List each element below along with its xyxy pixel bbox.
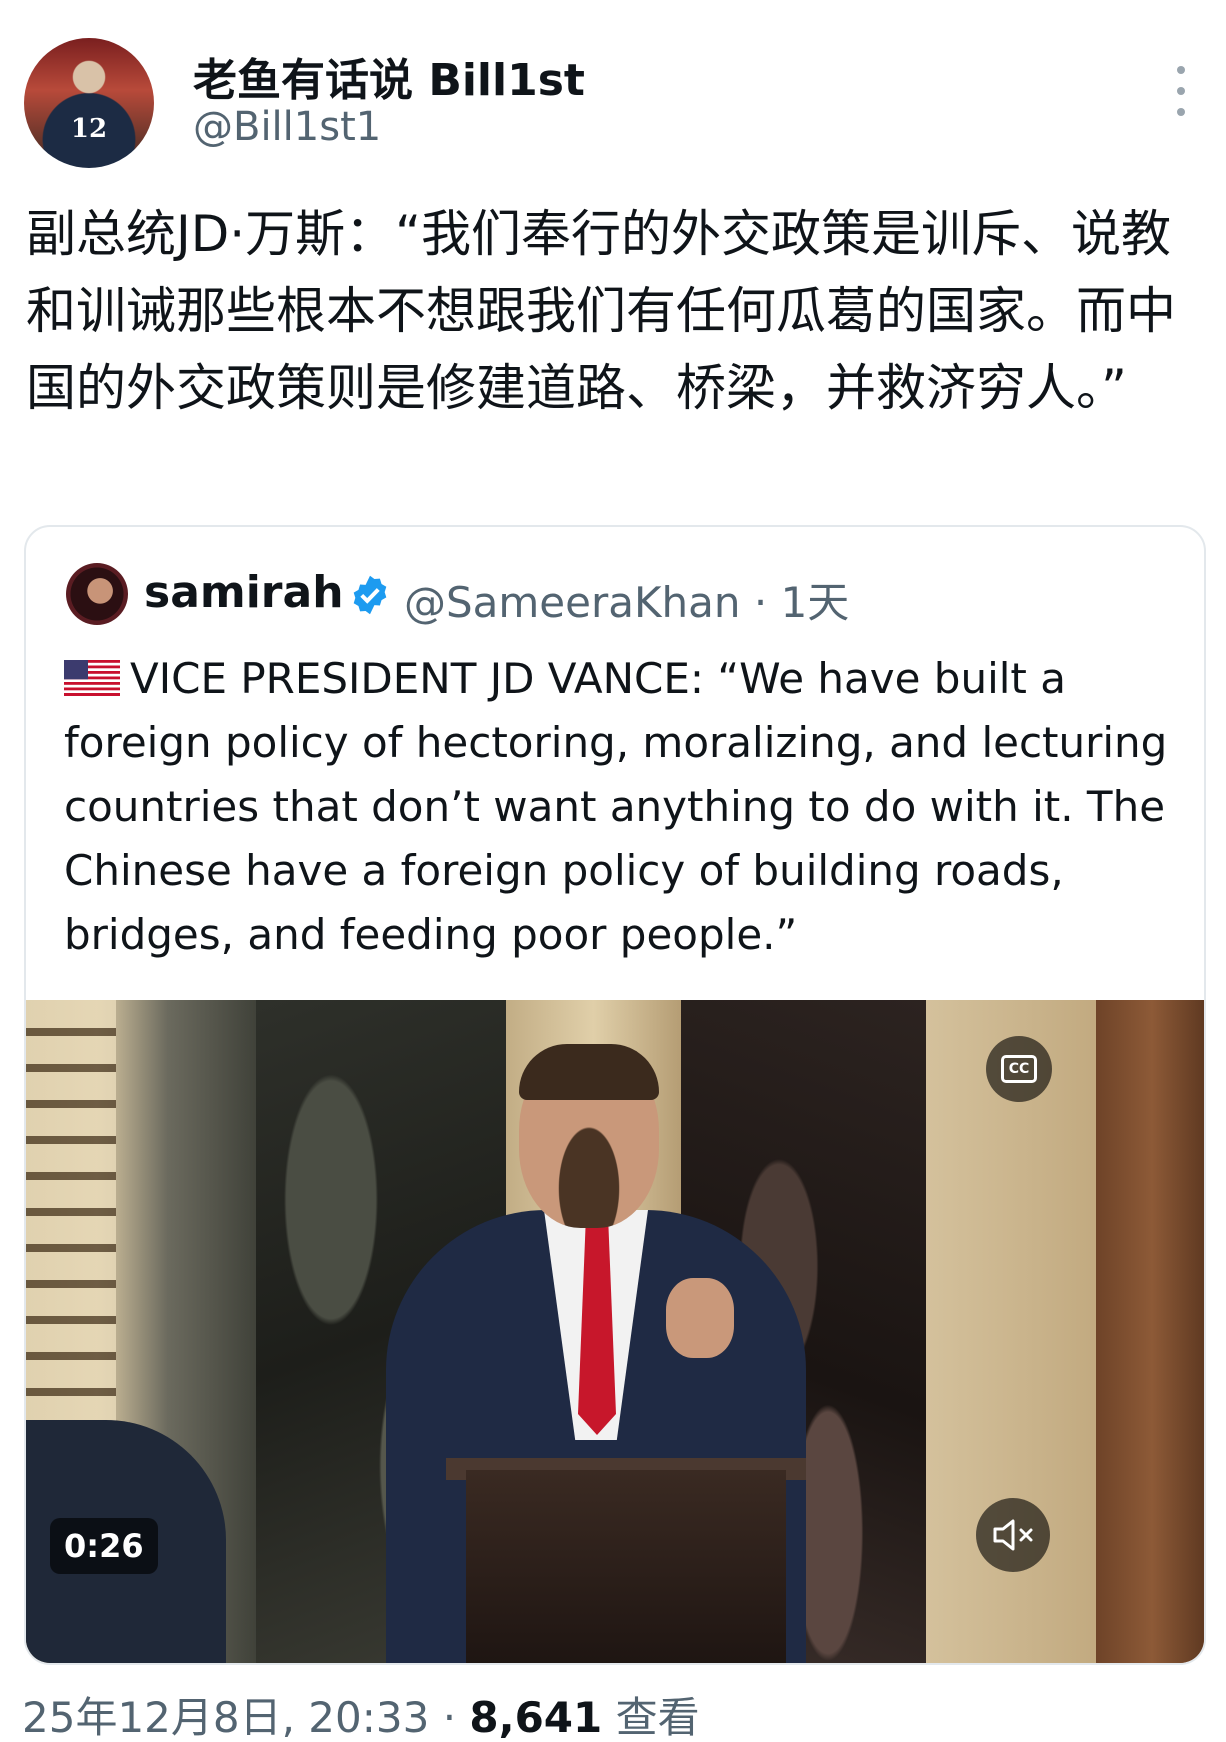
tweet-header: 12 老鱼有话说 Bill1st @Bill1st1 — [0, 0, 1226, 180]
captions-icon: CC — [1001, 1055, 1037, 1083]
author-avatar[interactable]: 12 — [24, 38, 154, 168]
speaker-muted-icon — [993, 1519, 1033, 1551]
video-speaker-hair — [519, 1044, 659, 1100]
quoted-author-name[interactable]: samirah — [144, 567, 344, 618]
author-display-name[interactable]: 老鱼有话说 Bill1st — [193, 44, 585, 108]
tweet-timestamp[interactable]: 25年12月8日, 20:33 · — [22, 1693, 469, 1742]
video-speaker-hand — [666, 1278, 734, 1358]
views-label: 查看 — [602, 1693, 700, 1742]
verified-badge-icon — [353, 575, 387, 615]
video-player[interactable]: CC 0:26 — [26, 1000, 1204, 1663]
captions-button[interactable]: CC — [986, 1036, 1052, 1102]
us-flag-icon — [64, 660, 120, 696]
author-handle[interactable]: @Bill1st1 — [193, 104, 381, 150]
video-lectern — [466, 1470, 786, 1663]
quoted-tweet-body: VICE PRESIDENT JD VANCE: “We have built … — [64, 654, 1168, 959]
video-duration: 0:26 — [50, 1518, 158, 1574]
quoted-author-handle-time[interactable]: @SameeraKhan · 1天 — [404, 569, 849, 630]
views-count: 8,641 — [469, 1693, 603, 1742]
tweet-text: 副总统JD·万斯：“我们奉行的外交政策是训斥、说教和训诫那些根本不想跟我们有任何… — [26, 205, 1176, 417]
video-scene-wood-panel — [1096, 1000, 1204, 1663]
more-options-icon[interactable] — [1166, 66, 1196, 116]
quoted-tweet-text: VICE PRESIDENT JD VANCE: “We have built … — [64, 647, 1184, 967]
quoted-author-avatar[interactable] — [66, 563, 128, 625]
quoted-tweet-card[interactable]: samirah @SameeraKhan · 1天 VICE PRESIDENT… — [24, 525, 1206, 1665]
tweet-meta: 25年12月8日, 20:33 · 8,641 查看 — [22, 1684, 700, 1742]
avatar-jersey-number: 12 — [70, 114, 108, 144]
mute-button[interactable] — [976, 1498, 1050, 1572]
